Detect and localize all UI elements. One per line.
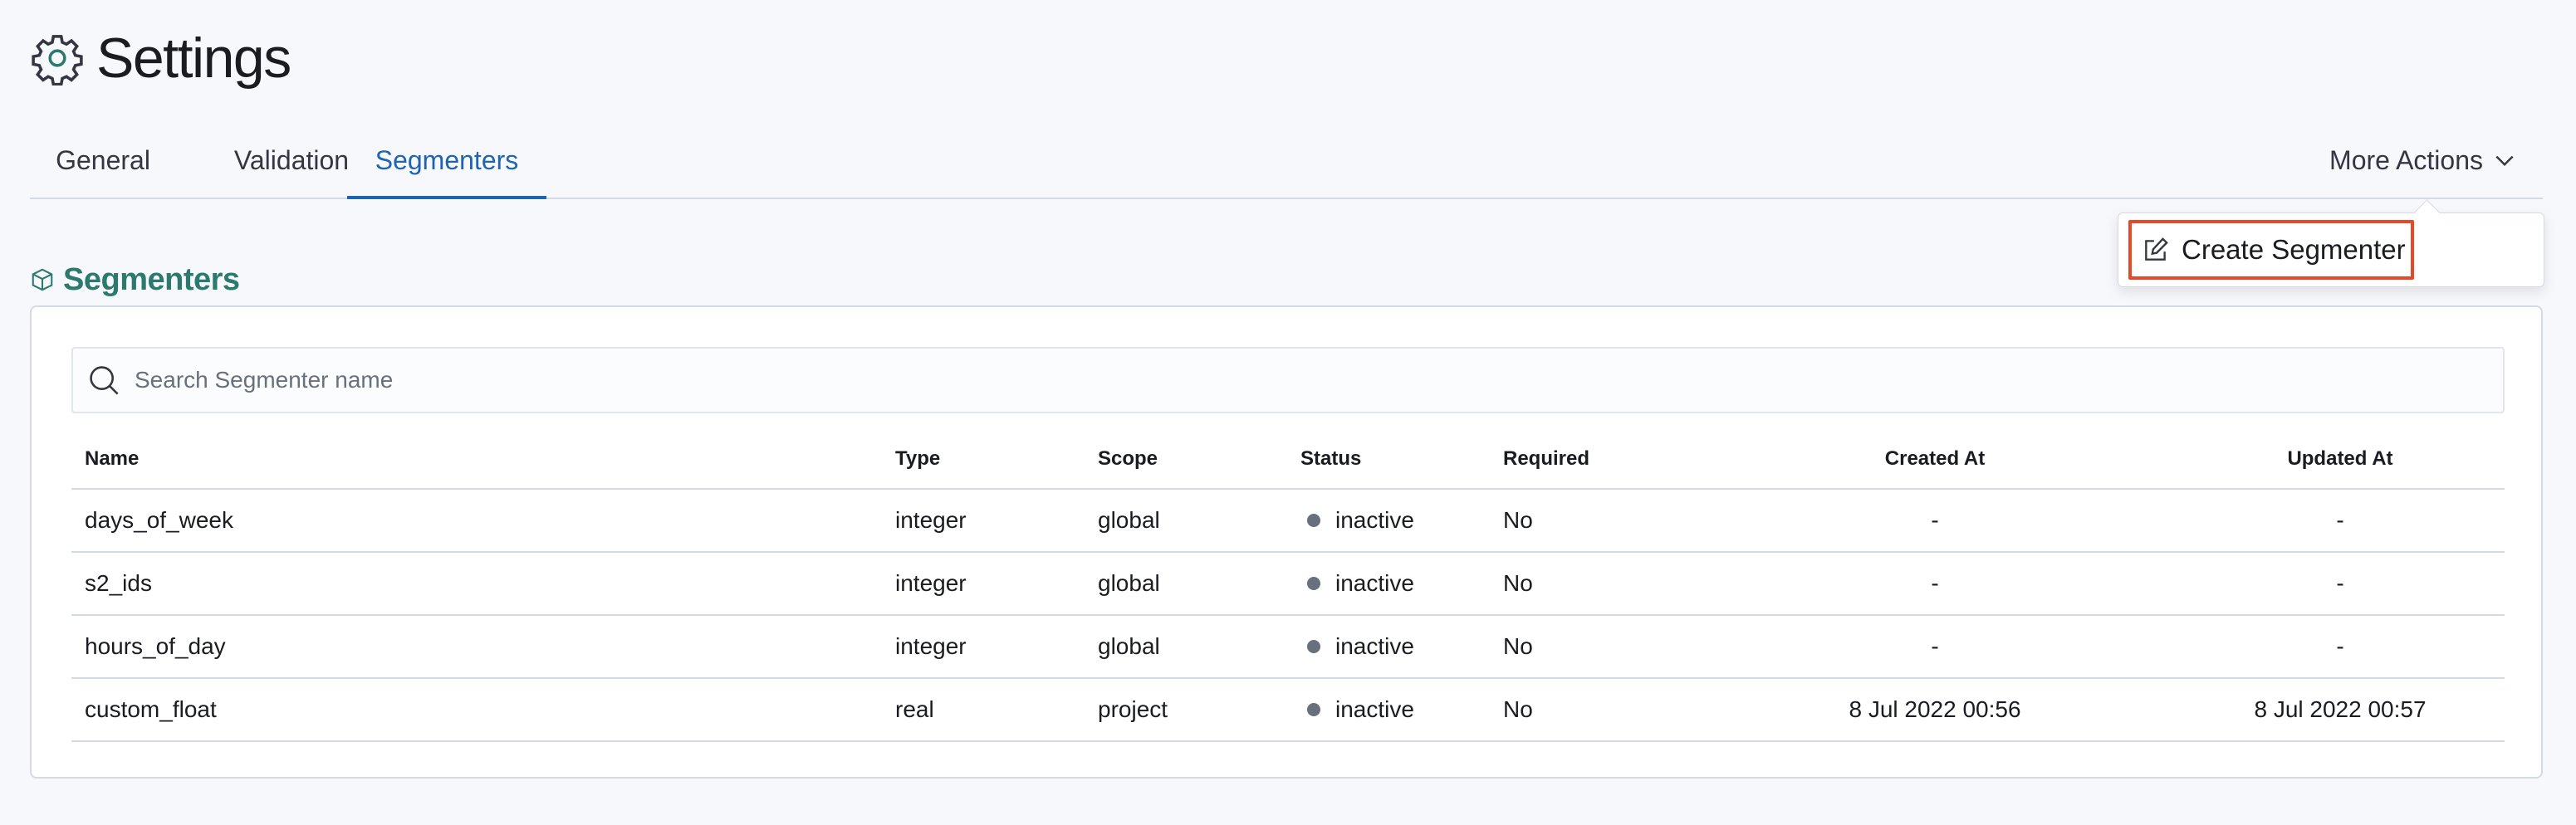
cell-status: inactive (1300, 616, 1414, 677)
table-header-row: Name Type Scope Status Required Created … (71, 430, 2505, 490)
cell-type: integer (895, 507, 967, 533)
status-label: inactive (1335, 633, 1414, 659)
status-dot (1307, 640, 1320, 653)
more-actions-label: More Actions (2329, 144, 2483, 175)
cell-scope: global (1098, 507, 1160, 533)
cell-scope: global (1098, 570, 1160, 596)
cell-status: inactive (1300, 490, 1414, 551)
segmenters-panel: Name Type Scope Status Required Created … (30, 305, 2543, 779)
column-header-updated-at[interactable]: Updated At (2138, 430, 2543, 488)
gear-icon (32, 35, 83, 85)
page-header: Settings (30, 25, 291, 91)
segmenters-table: Name Type Scope Status Required Created … (71, 430, 2505, 742)
status-label: inactive (1335, 696, 1414, 722)
cell-name: s2_ids (85, 570, 152, 596)
cell-required: No (1503, 570, 1533, 596)
cell-type: integer (895, 570, 967, 596)
section-title-label: Segmenters (63, 261, 240, 297)
cell-scope: project (1098, 696, 1168, 722)
cell-name: custom_float (85, 696, 217, 722)
cube-icon (32, 268, 53, 291)
cell-name: days_of_week (85, 507, 234, 533)
cell-updated-at: 8 Jul 2022 00:57 (2254, 696, 2427, 722)
column-header-type[interactable]: Type (895, 430, 940, 488)
status-dot (1307, 703, 1320, 716)
edit-icon (2145, 237, 2168, 261)
cell-type: real (895, 696, 934, 722)
cell-required: No (1503, 507, 1533, 533)
cell-updated-at: - (2336, 570, 2344, 596)
cell-required: No (1503, 633, 1533, 659)
cell-scope: global (1098, 633, 1160, 659)
tab-segmenters[interactable]: Segmenters (347, 133, 546, 199)
status-dot (1307, 514, 1320, 527)
section-title: Segmenters (30, 259, 240, 300)
cell-created-at: - (1931, 570, 1939, 596)
table-row[interactable]: hours_of_day integer global inactive No … (71, 616, 2505, 679)
chevron-down-icon (2495, 155, 2514, 166)
column-header-scope[interactable]: Scope (1098, 430, 1158, 488)
search-input[interactable] (135, 355, 2503, 405)
settings-page: Settings General Validation Segmenters M… (0, 0, 2576, 825)
cell-created-at: - (1931, 507, 1939, 533)
table-row[interactable]: custom_float real project inactive No 8 … (71, 679, 2505, 742)
status-dot (1307, 577, 1320, 590)
search-icon (90, 366, 119, 395)
cell-required: No (1503, 696, 1533, 722)
cell-created-at: - (1931, 633, 1939, 659)
cell-created-at: 8 Jul 2022 00:56 (1849, 696, 2021, 722)
search-box (71, 347, 2505, 413)
create-segmenter-label: Create Segmenter (2182, 234, 2406, 265)
create-segmenter-menu-item[interactable]: Create Segmenter (2128, 220, 2414, 280)
page-title: Settings (96, 27, 291, 90)
more-actions-button[interactable]: More Actions (2329, 133, 2516, 188)
more-actions-menu: Create Segmenter (2118, 212, 2544, 287)
cell-updated-at: - (2336, 507, 2344, 533)
cell-name: hours_of_day (85, 633, 226, 659)
column-header-name[interactable]: Name (85, 430, 139, 488)
settings-tabs: General Validation Segmenters More Actio… (30, 133, 2543, 199)
table-row[interactable]: days_of_week integer global inactive No … (71, 490, 2505, 553)
column-header-status[interactable]: Status (1300, 430, 1361, 488)
cell-status: inactive (1300, 679, 1414, 740)
status-label: inactive (1335, 507, 1414, 533)
column-header-required[interactable]: Required (1503, 430, 1589, 488)
tab-general[interactable]: General (30, 133, 176, 199)
table-row[interactable]: s2_ids integer global inactive No - - (71, 553, 2505, 616)
status-label: inactive (1335, 570, 1414, 596)
cell-status: inactive (1300, 553, 1414, 614)
cell-type: integer (895, 633, 967, 659)
column-header-created-at[interactable]: Created At (1732, 430, 2138, 488)
cell-updated-at: - (2336, 633, 2344, 659)
